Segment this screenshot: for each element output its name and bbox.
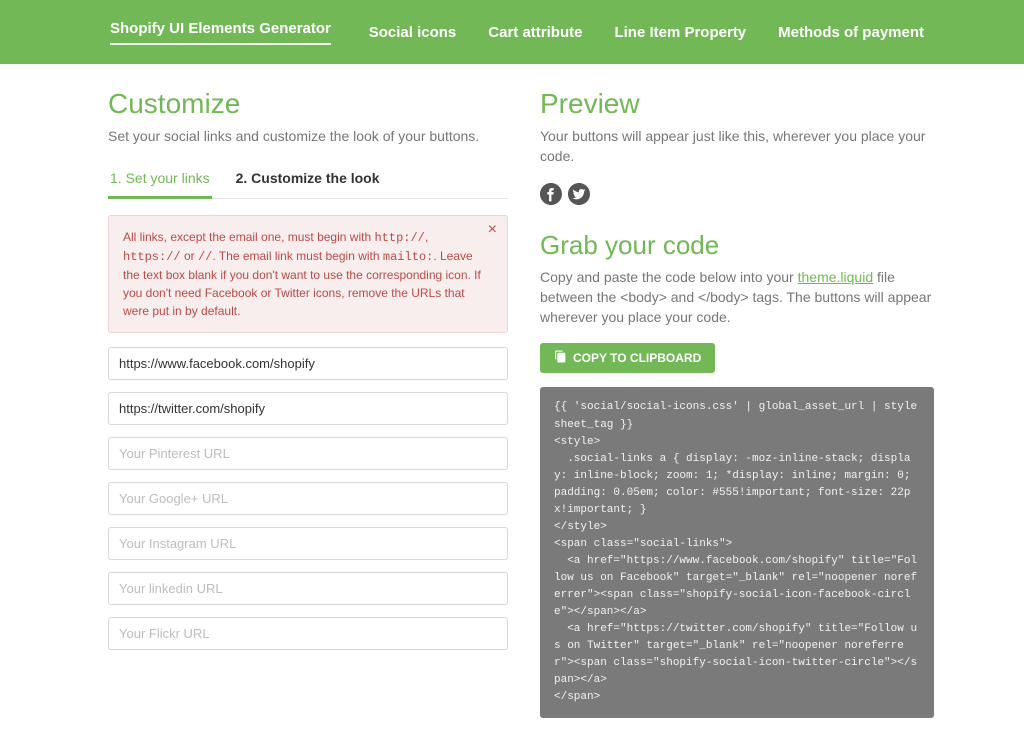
- nav-methods-of-payment[interactable]: Methods of payment: [778, 24, 924, 41]
- pinterest-input[interactable]: [108, 437, 508, 470]
- copy-to-clipboard-button[interactable]: COPY TO CLIPBOARD: [540, 343, 715, 373]
- customize-lead: Set your social links and customize the …: [108, 126, 508, 146]
- copy-button-label: COPY TO CLIPBOARD: [573, 351, 701, 365]
- generated-code-block[interactable]: {{ 'social/social-icons.css' | global_as…: [540, 387, 934, 718]
- instagram-input[interactable]: [108, 527, 508, 560]
- preview-icons: [540, 183, 934, 208]
- links-alert: × All links, except the email one, must …: [108, 215, 508, 333]
- clipboard-icon: [554, 350, 567, 366]
- google-plus-input[interactable]: [108, 482, 508, 515]
- facebook-input[interactable]: [108, 347, 508, 380]
- grab-code-heading: Grab your code: [540, 230, 934, 261]
- close-icon[interactable]: ×: [488, 222, 497, 238]
- customize-heading: Customize: [108, 88, 508, 120]
- tab-set-links[interactable]: 1. Set your links: [108, 162, 212, 199]
- preview-heading: Preview: [540, 88, 934, 120]
- preview-lead: Your buttons will appear just like this,…: [540, 126, 934, 167]
- linkedin-input[interactable]: [108, 572, 508, 605]
- brand-title[interactable]: Shopify UI Elements Generator: [110, 20, 331, 45]
- nav-social-icons[interactable]: Social icons: [369, 24, 457, 41]
- twitter-input[interactable]: [108, 392, 508, 425]
- alert-text: All links, except the email one, must be…: [123, 230, 481, 318]
- facebook-icon[interactable]: [540, 183, 562, 208]
- top-nav: Social icons Cart attribute Line Item Pr…: [369, 24, 924, 41]
- nav-cart-attribute[interactable]: Cart attribute: [488, 24, 582, 41]
- customize-panel: Customize Set your social links and cust…: [108, 88, 508, 718]
- flickr-input[interactable]: [108, 617, 508, 650]
- theme-liquid-link[interactable]: theme.liquid: [798, 269, 874, 285]
- tab-customize-look[interactable]: 2. Customize the look: [234, 162, 382, 198]
- top-navbar: Shopify UI Elements Generator Social ico…: [0, 0, 1024, 64]
- twitter-icon[interactable]: [568, 183, 590, 208]
- nav-line-item-property[interactable]: Line Item Property: [614, 24, 746, 41]
- preview-panel: Preview Your buttons will appear just li…: [540, 88, 934, 718]
- grab-code-lead: Copy and paste the code below into your …: [540, 267, 934, 328]
- customize-tabs: 1. Set your links 2. Customize the look: [108, 162, 508, 199]
